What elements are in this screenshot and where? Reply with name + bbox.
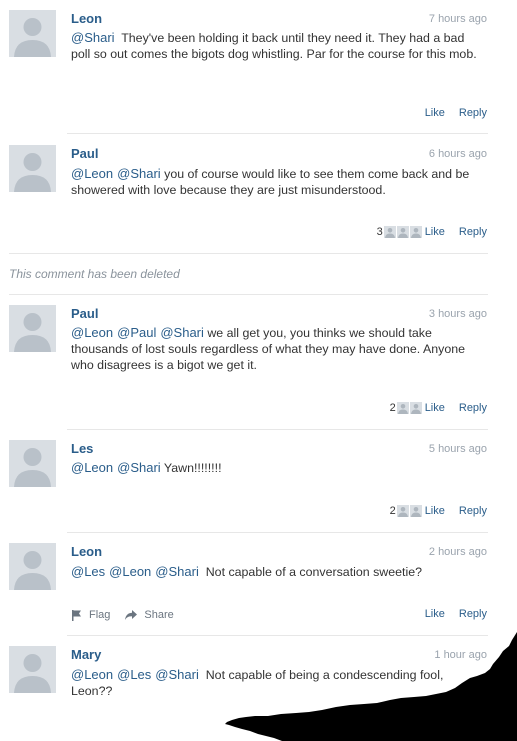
torn-edge-shadow — [225, 632, 517, 741]
